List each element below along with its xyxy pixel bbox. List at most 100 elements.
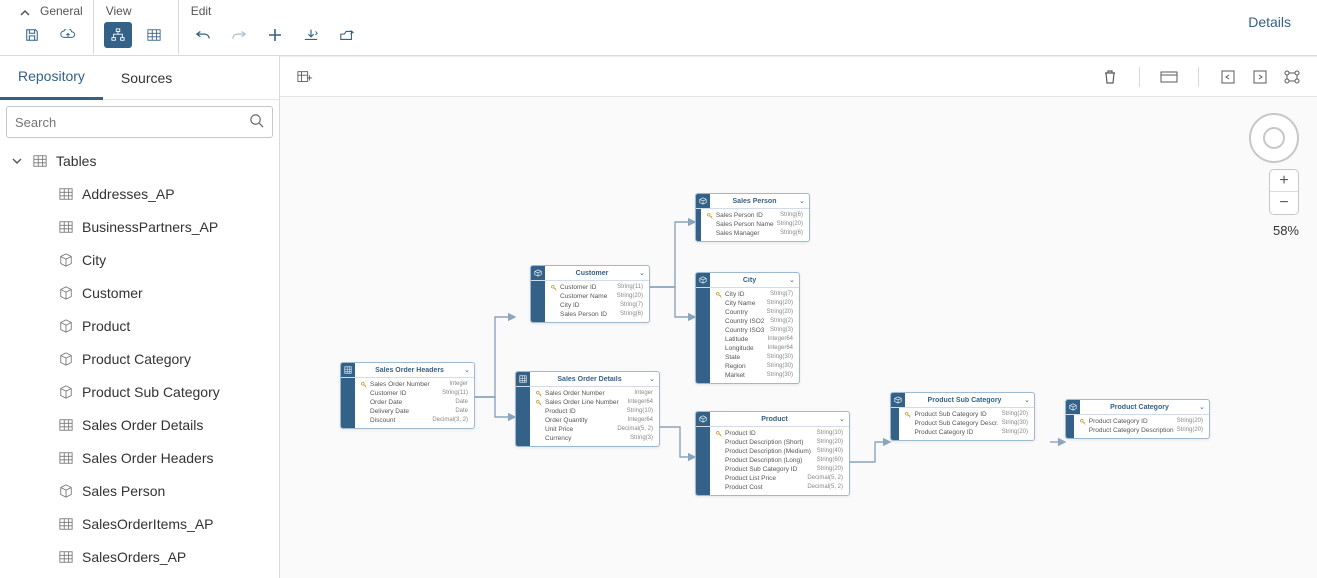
search-box[interactable] — [6, 106, 273, 138]
chevron-down-icon[interactable]: ⌄ — [1199, 403, 1209, 411]
field-name: Customer ID — [370, 389, 439, 398]
save-button[interactable] — [18, 22, 46, 48]
field-row: LatitudeInteger64 — [716, 335, 793, 344]
deploy-button[interactable] — [54, 22, 82, 48]
node-header[interactable]: Sales Order Details⌄ — [516, 372, 659, 386]
chevron-down-icon[interactable]: ⌄ — [1024, 396, 1034, 404]
tree-item[interactable]: Sales Person — [0, 474, 279, 507]
node-header[interactable]: Sales Order Headers⌄ — [341, 363, 474, 377]
key-icon — [361, 382, 367, 388]
export-button[interactable] — [333, 22, 361, 48]
node-product[interactable]: Product⌄Product IDString(10)Product Desc… — [695, 411, 850, 496]
redo-button[interactable] — [225, 22, 253, 48]
tree-item-label: BusinessPartners_AP — [82, 219, 218, 235]
node-header[interactable]: Product Sub Category⌄ — [891, 393, 1034, 407]
field-name: Product Description (Short) — [725, 438, 814, 447]
field-row: Sales Order NumberInteger — [536, 389, 653, 398]
table-view-button[interactable] — [140, 22, 168, 48]
node-pc[interactable]: Product Category⌄Product Category IDStri… — [1065, 399, 1210, 439]
field-name: Latitude — [725, 335, 765, 344]
tree-root-tables[interactable]: Tables — [0, 144, 279, 177]
tree-item[interactable]: Product Category — [0, 342, 279, 375]
tree-item[interactable]: Sales Order Headers — [0, 441, 279, 474]
field-name: Unit Price — [545, 425, 614, 434]
field-type: Date — [455, 407, 468, 416]
details-link[interactable]: Details — [1248, 0, 1317, 30]
field-name: Product Description (Medium) — [725, 447, 814, 456]
chevron-down-icon[interactable]: ⌄ — [839, 415, 849, 423]
group-label-view: View — [104, 4, 168, 18]
field-type: Integer64 — [768, 344, 793, 353]
canvas[interactable]: Sales Order Headers⌄ Sales Order NumberIn… — [280, 56, 1317, 578]
preview-icon[interactable] — [1156, 64, 1182, 90]
expand-icon[interactable] — [1247, 64, 1273, 90]
tree-item[interactable]: SalesOrders_AP — [0, 540, 279, 573]
tree-item-label: Addresses_AP — [82, 186, 175, 202]
field-type: String(7) — [620, 301, 643, 310]
tree-item-label: City — [82, 252, 106, 268]
field-name: State — [725, 353, 764, 362]
field-row: Customer IDString(11) — [361, 389, 468, 398]
cube-icon — [58, 351, 74, 367]
field-row: Sales Person NameString(20) — [707, 220, 803, 229]
tree-item[interactable]: BusinessPartners_AP — [0, 210, 279, 243]
add-table-icon[interactable] — [292, 64, 318, 90]
node-header[interactable]: Customer⌄ — [531, 266, 649, 280]
node-customer[interactable]: Customer⌄Customer IDString(11)Customer N… — [530, 265, 650, 323]
tree-item-label: SalesOrders_AP — [82, 549, 186, 565]
add-button[interactable] — [261, 22, 289, 48]
delete-icon[interactable] — [1097, 64, 1123, 90]
zoom-in-button[interactable]: + — [1270, 170, 1298, 192]
field-name: Product ID — [545, 407, 624, 416]
chevron-down-icon[interactable]: ⌄ — [789, 276, 799, 284]
node-sod[interactable]: Sales Order Details⌄ Sales Order NumberIn… — [515, 371, 660, 447]
node-header[interactable]: Sales Person⌄ — [696, 194, 809, 208]
node-sp[interactable]: Sales Person⌄Sales Person IDString(6)Sal… — [695, 193, 810, 242]
field-name: Customer Name — [560, 292, 614, 301]
cube-icon — [1066, 400, 1080, 414]
table-icon — [341, 363, 355, 377]
tree-item[interactable]: Addresses_AP — [0, 177, 279, 210]
tree-item[interactable]: Customer — [0, 276, 279, 309]
field-type: String(6) — [780, 229, 803, 238]
tree-item[interactable]: Product Sub Category — [0, 375, 279, 408]
field-type: String(20) — [1002, 428, 1028, 437]
chevron-down-icon[interactable]: ⌄ — [649, 375, 659, 383]
collapse-icon[interactable] — [1215, 64, 1241, 90]
chevron-down-icon[interactable]: ⌄ — [799, 197, 809, 205]
auto-layout-icon[interactable] — [1279, 64, 1305, 90]
node-city[interactable]: City⌄City IDString(7)City NameString(20)… — [695, 272, 800, 384]
field-name: Country — [725, 308, 764, 317]
import-button[interactable] — [297, 22, 325, 48]
nav-wheel[interactable] — [1249, 113, 1299, 163]
field-type: String(20) — [817, 465, 843, 474]
chevron-down-icon[interactable]: ⌄ — [639, 269, 649, 277]
zoom-percent: 58% — [1273, 223, 1299, 238]
zoom-out-button[interactable]: − — [1270, 192, 1298, 214]
collapse-chevron-icon[interactable] — [18, 6, 32, 20]
node-psc[interactable]: Product Sub Category⌄Product Sub Categor… — [890, 392, 1035, 441]
tree-item[interactable]: Sales Order Details — [0, 408, 279, 441]
table-icon — [58, 450, 74, 466]
tab-sources[interactable]: Sources — [103, 56, 190, 100]
node-soh[interactable]: Sales Order Headers⌄Sales Order NumberIn… — [340, 362, 475, 429]
search-icon[interactable] — [249, 113, 264, 131]
tree-item[interactable]: Product — [0, 309, 279, 342]
field-name: Order Quantity — [545, 416, 625, 425]
node-header[interactable]: Product⌄ — [696, 412, 849, 426]
node-header[interactable]: City⌄ — [696, 273, 799, 287]
chevron-down-icon[interactable]: ⌄ — [464, 366, 474, 374]
key-icon — [536, 391, 542, 397]
field-type: String(2) — [770, 317, 793, 326]
model-view-button[interactable] — [104, 22, 132, 48]
field-type: String(30) — [767, 371, 793, 380]
tree-item[interactable]: SalesOrderItems_AP — [0, 507, 279, 540]
field-name: City ID — [560, 301, 617, 310]
node-header[interactable]: Product Category⌄ — [1066, 400, 1209, 414]
tree-item[interactable]: City — [0, 243, 279, 276]
undo-button[interactable] — [189, 22, 217, 48]
field-type: String(11) — [617, 283, 643, 292]
search-input[interactable] — [15, 115, 249, 130]
field-type: String(6) — [620, 310, 643, 319]
tab-repository[interactable]: Repository — [0, 56, 103, 100]
